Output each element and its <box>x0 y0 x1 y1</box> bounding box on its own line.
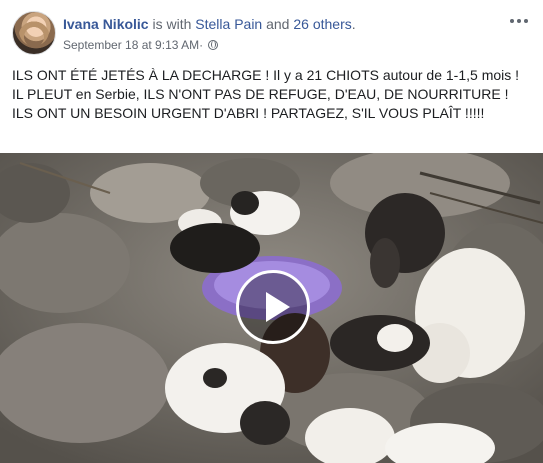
with-text: is with <box>148 16 196 32</box>
post-attribution: Ivana Nikolic is with Stella Pain and 26… <box>63 15 356 33</box>
play-button[interactable] <box>236 270 310 344</box>
post-message: ILS ONT ÉTÉ JETÉS À LA DECHARGE ! Il y a… <box>12 67 520 121</box>
globe-icon[interactable] <box>208 40 219 50</box>
tagged-user-link[interactable]: Stella Pain <box>195 16 262 32</box>
facebook-post: Ivana Nikolic is with Stella Pain and 26… <box>0 0 543 463</box>
others-link[interactable]: 26 others <box>293 16 351 32</box>
post-header: Ivana Nikolic is with Stella Pain and 26… <box>12 11 531 57</box>
and-text: and <box>262 16 294 32</box>
meta-separator: · <box>199 38 204 52</box>
post-meta: September 18 at 9:13 AM · <box>63 37 219 53</box>
more-options-icon[interactable] <box>507 11 531 31</box>
play-icon <box>266 292 290 322</box>
author-name-link[interactable]: Ivana Nikolic <box>63 16 149 32</box>
video-player[interactable] <box>0 153 543 463</box>
post-timestamp-link[interactable]: September 18 at 9:13 AM <box>63 37 199 53</box>
period-text: . <box>351 16 356 32</box>
author-avatar[interactable] <box>12 11 56 55</box>
avatar-photo <box>19 16 49 46</box>
